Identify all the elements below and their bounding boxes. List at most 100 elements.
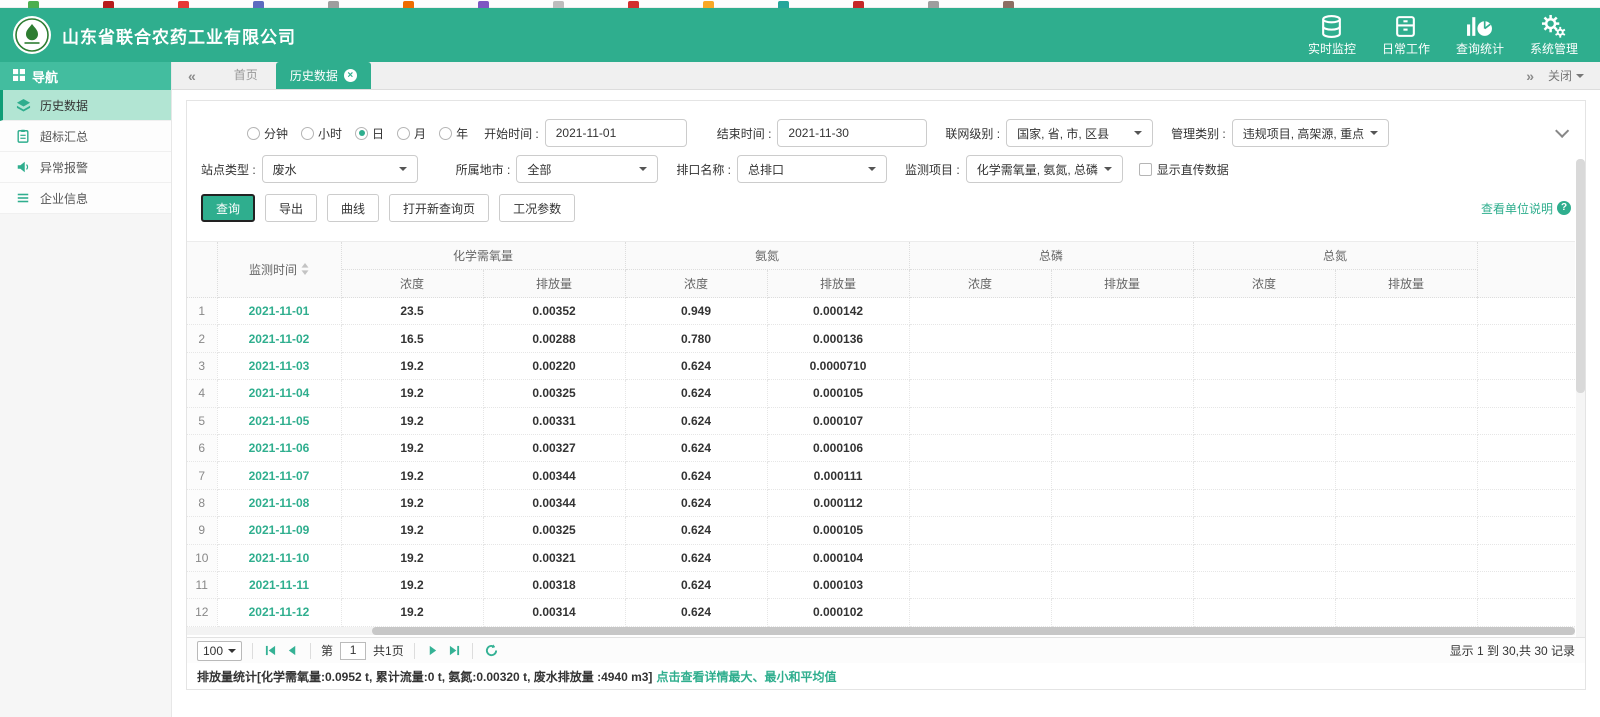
outlet-name-select[interactable]: 总排口 — [737, 155, 888, 183]
page-size-select[interactable]: 100 — [197, 640, 243, 661]
monitor-date-cell[interactable]: 2021-11-05 — [217, 407, 342, 435]
monitor-date-cell[interactable]: 2021-11-11 — [217, 571, 342, 600]
filler-cell — [1477, 297, 1575, 326]
unit-help-link[interactable]: 查看单位说明 ? — [1481, 200, 1571, 217]
monitor-date-cell[interactable]: 2021-11-12 — [217, 598, 342, 627]
header-nav-gears[interactable]: 系统管理 — [1530, 13, 1578, 57]
sidebar-item-label: 企业信息 — [40, 191, 89, 206]
network-level-select[interactable]: 国家, 省, 市, 区县 — [1006, 119, 1154, 147]
divider — [471, 642, 473, 659]
browser-favicon[interactable] — [178, 1, 189, 8]
start-time-input[interactable]: 2021-11-01 — [544, 119, 687, 147]
monitor-date-cell[interactable]: 2021-11-04 — [217, 379, 342, 408]
horizontal-scrollbar-thumb[interactable] — [372, 627, 1575, 635]
value-cell — [909, 324, 1052, 353]
close-tabs-menu[interactable]: 关闭 — [1548, 67, 1584, 84]
sidebar-item[interactable]: 超标汇总 — [0, 121, 171, 152]
time-column-header[interactable]: 监测时间 — [217, 241, 342, 298]
period-radio[interactable]: 月 — [397, 125, 426, 142]
sort-icon[interactable] — [301, 263, 309, 278]
header-nav-database[interactable]: 实时监控 — [1308, 13, 1356, 57]
station-type-select[interactable]: 废水 — [261, 155, 418, 183]
header-nav: 实时监控 日常工作 查询统计 系统管理 — [1308, 13, 1578, 57]
browser-favicon[interactable] — [1003, 1, 1014, 8]
prev-page-button[interactable] — [285, 645, 300, 656]
data-table: 监测时间 化学需氧量 氨氮 总磷 总氮 浓度 排放量 浓度 排放量 浓度 排放量 浓度 排放量 1 202… — [187, 241, 1575, 627]
monitor-date-cell[interactable]: 2021-11-06 — [217, 434, 342, 463]
browser-favicon[interactable] — [928, 1, 939, 8]
group-header: 总磷 — [909, 241, 1194, 270]
value-cell: 0.624 — [625, 516, 768, 545]
monitor-date-cell[interactable]: 2021-11-10 — [217, 544, 342, 572]
sidebar-item[interactable]: 异常报警 — [0, 152, 171, 183]
start-time-label: 开始时间 : — [484, 126, 539, 141]
sidebar-item[interactable]: 历史数据 — [0, 90, 171, 121]
header-nav-bar-chart[interactable]: 查询统计 — [1456, 13, 1504, 57]
monitor-date-cell[interactable]: 2021-11-08 — [217, 489, 342, 518]
sidebar-item[interactable]: 企业信息 — [0, 183, 171, 214]
browser-favicon[interactable] — [778, 1, 789, 8]
last-page-button[interactable] — [447, 645, 462, 656]
monitor-date-cell[interactable]: 2021-11-03 — [217, 352, 342, 381]
value-cell: 0.00318 — [483, 571, 626, 600]
tab[interactable]: 首页 — [220, 60, 272, 89]
action-button[interactable]: 曲线 — [327, 194, 380, 222]
horizontal-scrollbar[interactable] — [187, 627, 1575, 635]
browser-favicon[interactable] — [478, 1, 489, 8]
action-button[interactable]: 导出 — [265, 194, 318, 222]
vertical-scrollbar[interactable] — [1576, 159, 1585, 679]
tab-close-icon[interactable]: × — [343, 69, 357, 82]
tabs-scroll-left-icon[interactable]: « — [182, 68, 202, 84]
monitor-date-cell[interactable]: 2021-11-07 — [217, 461, 342, 490]
value-cell — [1193, 324, 1336, 353]
period-radio[interactable]: 日 — [355, 125, 384, 142]
collapse-filter-chevron-icon[interactable] — [1555, 123, 1570, 138]
value-cell — [1051, 461, 1194, 490]
close-tabs-label: 关闭 — [1547, 69, 1572, 83]
browser-favicon[interactable] — [628, 1, 639, 8]
value-cell: 0.624 — [625, 434, 768, 463]
value-cell — [909, 461, 1052, 490]
outlet-name-value: 总排口 — [748, 162, 785, 177]
direct-data-checkbox[interactable]: 显示直传数据 — [1138, 161, 1229, 178]
browser-favicon[interactable] — [853, 1, 864, 8]
monitor-date-cell[interactable]: 2021-11-01 — [217, 297, 342, 326]
page-number-input[interactable]: 1 — [340, 641, 367, 660]
action-button[interactable]: 打开新查询页 — [389, 194, 490, 222]
browser-favicon[interactable] — [553, 1, 564, 8]
refresh-icon[interactable] — [483, 644, 500, 657]
tab-bar: « 首页 历史数据 × » 关闭 — [172, 62, 1600, 90]
period-radio[interactable]: 分钟 — [247, 125, 288, 142]
period-radio[interactable]: 年 — [439, 125, 468, 142]
browser-favicon[interactable] — [28, 1, 39, 8]
monitor-date-cell[interactable]: 2021-11-02 — [217, 324, 342, 353]
browser-favicon[interactable] — [328, 1, 339, 8]
group-header: 化学需氧量 — [341, 241, 626, 270]
query-button[interactable]: 查询 — [201, 194, 256, 222]
sidebar-item-label: 异常报警 — [40, 160, 89, 175]
vertical-scrollbar-thumb[interactable] — [1576, 159, 1585, 393]
browser-favicon[interactable] — [703, 1, 714, 8]
manage-type-select[interactable]: 违规项目, 高架源, 重点排 — [1231, 119, 1389, 147]
monitor-date-cell[interactable]: 2021-11-09 — [217, 516, 342, 545]
end-time-input[interactable]: 2021-11-30 — [777, 119, 928, 147]
monitor-items-select[interactable]: 化学需氧量, 氨氮, 总磷, 总 — [965, 155, 1123, 183]
browser-favicon[interactable] — [403, 1, 414, 8]
header-nav-archive[interactable]: 日常工作 — [1382, 13, 1430, 57]
browser-favicon[interactable] — [103, 1, 114, 8]
stats-detail-link[interactable]: 点击查看详情最大、最小和平均值 — [656, 668, 836, 685]
city-select[interactable]: 全部 — [516, 155, 659, 183]
next-page-button[interactable] — [425, 645, 440, 656]
browser-favicon[interactable] — [253, 1, 264, 8]
tabs-scroll-right-icon[interactable]: » — [1520, 68, 1540, 84]
header-nav-label: 查询统计 — [1455, 42, 1504, 56]
start-time-value: 2021-11-01 — [555, 126, 617, 140]
tab[interactable]: 历史数据 × — [275, 62, 371, 89]
time-column-label: 监测时间 — [248, 263, 297, 277]
divider — [310, 642, 312, 659]
value-cell — [1193, 379, 1336, 408]
archive-icon — [1393, 13, 1418, 39]
period-radio[interactable]: 小时 — [301, 125, 342, 142]
action-button[interactable]: 工况参数 — [499, 194, 576, 222]
first-page-button[interactable] — [263, 645, 278, 656]
